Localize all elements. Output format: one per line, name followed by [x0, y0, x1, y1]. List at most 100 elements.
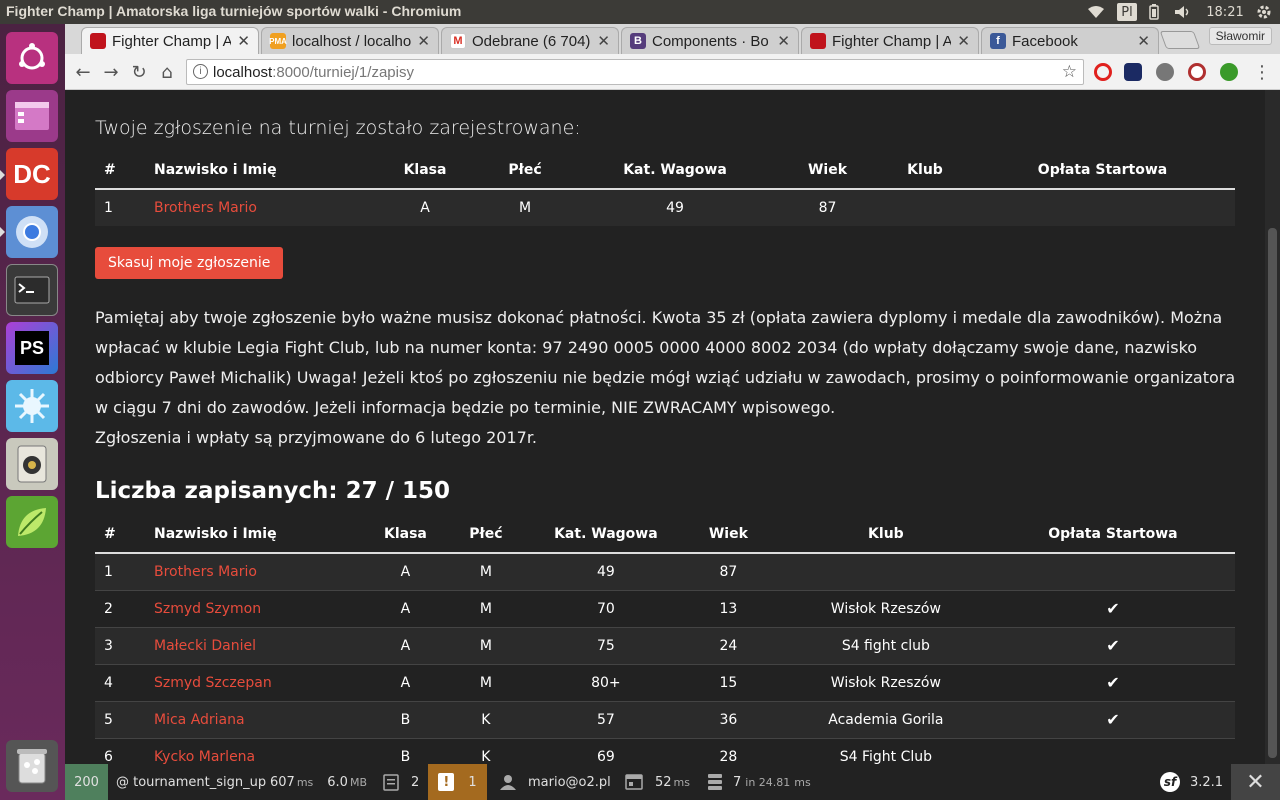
info-icon[interactable]: i	[193, 64, 208, 79]
gear-extension-icon[interactable]	[1220, 63, 1238, 81]
security-panel[interactable]: mario@o2.pl	[500, 764, 611, 800]
audio-player-icon[interactable]	[6, 438, 58, 490]
participant-name-link[interactable]: Kycko Marlena	[145, 737, 375, 764]
terminal-icon[interactable]	[6, 264, 58, 316]
cancel-registration-button[interactable]: Skasuj moje zgłoszenie	[95, 247, 284, 279]
cell-weight: 80+	[535, 663, 676, 701]
ubuntu-dash-icon[interactable]	[6, 32, 58, 84]
cell-gender: M	[435, 626, 536, 664]
user-icon	[500, 775, 516, 790]
table-row: 6 Kycko Marlena B K 69 28 S4 Fight Club	[95, 737, 1235, 764]
tab-bootstrap[interactable]: B Components · Bo ✕	[621, 27, 799, 54]
address-bar[interactable]: i localhost:8000/turniej/1/zapisy ☆	[186, 59, 1084, 85]
close-toolbar-button[interactable]: ✕	[1231, 764, 1280, 800]
profile-button[interactable]: Sławomir	[1208, 27, 1272, 45]
tab-gmail[interactable]: M Odebrane (6 704) ✕	[441, 27, 619, 54]
tab-close-icon[interactable]: ✕	[237, 32, 250, 50]
tab-fighter-champ[interactable]: Fighter Champ | A ✕	[81, 27, 259, 54]
cell-weight: 70	[535, 589, 676, 627]
participant-name-link[interactable]: Brothers Mario	[145, 188, 375, 226]
page-scrollbar[interactable]	[1265, 90, 1280, 764]
tab-close-icon[interactable]: ✕	[957, 32, 970, 50]
clock[interactable]: 18:21	[1205, 2, 1245, 22]
database-panel[interactable]: 7 in 24.81 ms	[707, 764, 811, 800]
logs-warning-panel[interactable]: ! 1	[428, 764, 487, 800]
power-gear-icon[interactable]	[1254, 2, 1274, 22]
cell-class: A	[375, 626, 436, 664]
column-header: Klasa	[375, 152, 475, 190]
opera-extension-icon[interactable]	[1094, 63, 1112, 81]
volume-icon[interactable]	[1173, 2, 1193, 22]
row-number: 4	[95, 663, 145, 701]
render-time: 52	[655, 774, 672, 790]
phpstorm-icon[interactable]: PS	[6, 322, 58, 374]
bookmark-star-icon[interactable]: ☆	[1062, 62, 1077, 82]
route-name[interactable]: @ tournament_sign_up	[116, 764, 266, 800]
column-header: Wiek	[775, 152, 880, 190]
cell-gender: M	[475, 188, 575, 226]
tab-close-icon[interactable]: ✕	[597, 32, 610, 50]
participant-name-link[interactable]: Małecki Daniel	[145, 626, 375, 664]
scrollbar-thumb[interactable]	[1268, 228, 1277, 758]
participant-name-link[interactable]: Mica Adriana	[145, 700, 375, 738]
table-row: 3 Małecki Daniel A M 75 24 S4 fight club ✔	[95, 626, 1235, 664]
performance-metric[interactable]: 607 ms 6.0 MB	[270, 764, 367, 800]
render-unit: ms	[673, 775, 690, 789]
payment-notice: Pamiętaj aby twoje zgłoszenie było ważne…	[95, 303, 1245, 453]
column-header: Płeć	[475, 152, 575, 190]
tab-phpmyadmin[interactable]: PMA localhost / localho ✕	[261, 27, 439, 54]
tab-fighter-champ-2[interactable]: Fighter Champ | A ✕	[801, 27, 979, 54]
participant-name-link[interactable]: Brothers Mario	[145, 552, 375, 590]
tab-close-icon[interactable]: ✕	[417, 32, 430, 50]
doublecmd-icon[interactable]: DC	[6, 148, 58, 200]
trash-icon[interactable]	[6, 740, 58, 792]
template-icon	[625, 774, 643, 790]
reload-icon[interactable]: ↻	[127, 60, 151, 84]
tab-close-icon[interactable]: ✕	[777, 32, 790, 50]
registration-table: # Nazwisko i Imię Klasa Płeć Kat. Wagowa…	[95, 152, 1235, 226]
keyboard-layout-indicator[interactable]: Pl	[1117, 3, 1137, 21]
cell-weight: 57	[535, 700, 676, 738]
forms-panel[interactable]: 2	[383, 764, 419, 800]
running-indicator	[0, 227, 5, 237]
participant-name-link[interactable]: Szmyd Szczepan	[145, 663, 375, 701]
warning-icon: !	[438, 773, 455, 791]
splash-app-icon[interactable]	[6, 380, 58, 432]
participant-name-link[interactable]: Szmyd Szymon	[145, 589, 375, 627]
settings-extension-icon[interactable]	[1156, 63, 1174, 81]
url-path: :8000/turniej/1/zapisy	[272, 63, 414, 81]
new-tab-button[interactable]	[1159, 31, 1201, 49]
chromium-icon[interactable]	[6, 206, 58, 258]
cell-club: S4 fight club	[780, 626, 991, 664]
paid-check-icon: ✔	[1106, 673, 1120, 692]
column-header: Klub	[780, 516, 991, 554]
back-arrow-icon[interactable]: ←	[71, 60, 95, 84]
cell-age: 36	[675, 700, 781, 738]
page-content: Twoje zgłoszenie na turniej zostało zare…	[65, 90, 1265, 764]
wifi-icon[interactable]	[1086, 2, 1106, 22]
forward-arrow-icon[interactable]: →	[99, 60, 123, 84]
cell-fee	[990, 552, 1235, 590]
leaf-app-icon[interactable]	[6, 496, 58, 548]
status-code-badge[interactable]: 200	[65, 764, 108, 800]
magnifier-extension-icon[interactable]	[1188, 63, 1206, 81]
twig-panel[interactable]: 52 ms	[625, 764, 690, 800]
menu-icon[interactable]: ⋮	[1250, 60, 1274, 84]
home-icon[interactable]: ⌂	[155, 60, 179, 84]
ghostery-extension-icon[interactable]	[1124, 63, 1142, 81]
paid-check-icon: ✔	[1106, 636, 1120, 655]
cell-gender: M	[435, 552, 536, 590]
boxing-glove-icon	[810, 33, 826, 49]
column-header: Nazwisko i Imię	[145, 152, 375, 190]
symfony-version-panel[interactable]: sf 3.2.1	[1160, 764, 1223, 800]
column-header: Opłata Startowa	[990, 516, 1235, 554]
symfony-logo-icon: sf	[1160, 772, 1180, 792]
battery-icon[interactable]	[1146, 2, 1162, 22]
row-number: 3	[95, 626, 145, 664]
table-header-row: # Nazwisko i Imię Klasa Płeć Kat. Wagowa…	[95, 152, 1235, 190]
tab-facebook[interactable]: f Facebook ✕	[981, 27, 1159, 54]
workspaces-icon[interactable]	[6, 90, 58, 142]
tab-close-icon[interactable]: ✕	[1137, 32, 1150, 50]
tab-label: Odebrane (6 704)	[472, 32, 591, 50]
cell-club: Wisłok Rzeszów	[780, 589, 991, 627]
